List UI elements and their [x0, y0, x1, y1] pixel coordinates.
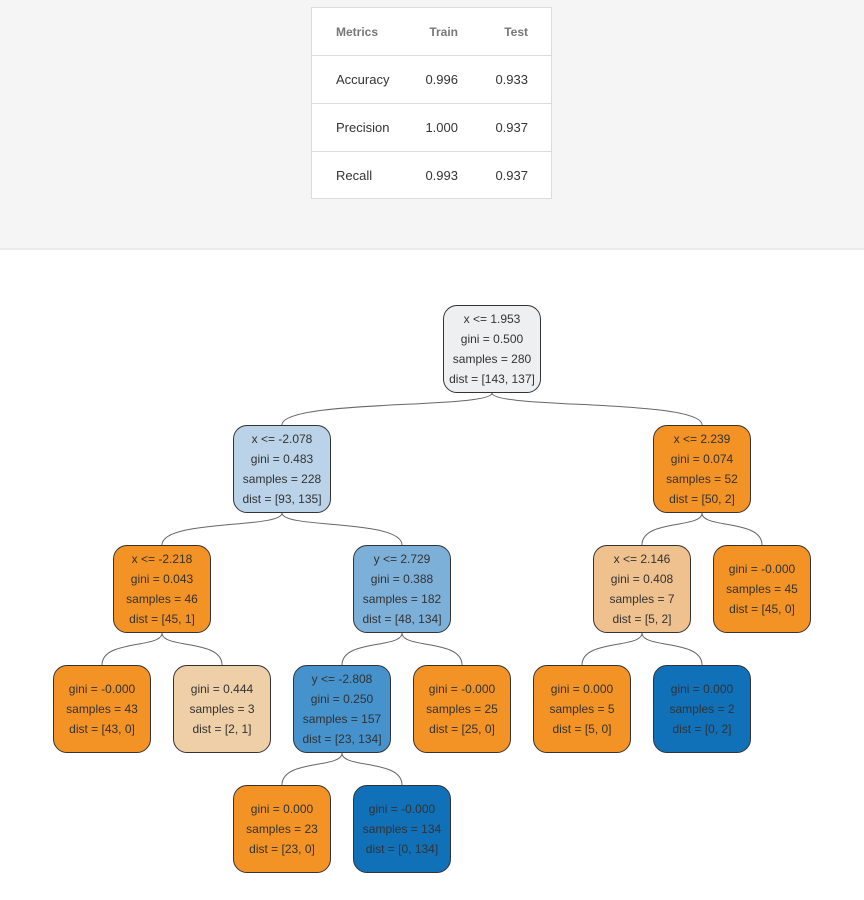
node-label-line: gini = 0.388: [370, 572, 434, 586]
tree-edge: [161, 632, 223, 666]
node-label-line: gini = -0.000: [728, 562, 796, 576]
tree-leaf-node: gini = -0.000 samples = 134 dist = [0, 134…: [353, 785, 451, 873]
tree-split-node: y <= -2.808 gini = 0.250 samples = 157 dist…: [293, 665, 391, 753]
tree-leaf-node: gini = 0.000 samples = 2 dist = [0, 2]: [653, 665, 751, 753]
node-label-line: dist = [48, 134]: [362, 612, 442, 626]
node-label-line: dist = [5, 0]: [552, 722, 612, 736]
node-label-line: gini = 0.408: [610, 572, 674, 586]
node-label-line: samples = 3: [189, 702, 255, 716]
node-label-line: gini = 0.500: [460, 332, 524, 346]
tree-edge: [281, 392, 493, 426]
node-label-line: samples = 157: [302, 712, 382, 726]
node-label-line: gini = -0.000: [428, 682, 496, 696]
node-label-line: samples = 280: [452, 352, 532, 366]
node-label-line: gini = 0.000: [670, 682, 734, 696]
node-label-line: dist = [2, 1]: [192, 722, 252, 736]
node-label-line: dist = [45, 0]: [729, 602, 795, 616]
node-label-line: x <= -2.078: [251, 432, 313, 446]
node-label-line: samples = 46: [126, 592, 198, 606]
node-label-line: samples = 25: [426, 702, 498, 716]
node-label-line: samples = 228: [242, 472, 322, 486]
tree-edge: [281, 512, 403, 546]
decision-tree: x <= 1.953 gini = 0.500 samples = 280 dist …: [0, 0, 864, 900]
tree-split-node: x <= 1.953 gini = 0.500 samples = 280 dist …: [443, 305, 541, 393]
tree-edge: [581, 632, 643, 666]
node-label-line: samples = 182: [362, 592, 442, 606]
tree-leaf-node: gini = -0.000 samples = 43 dist = [43, 0]: [53, 665, 151, 753]
tree-split-node: x <= -2.078 gini = 0.483 samples = 228 dist…: [233, 425, 331, 513]
node-label-line: dist = [50, 2]: [669, 492, 735, 506]
node-label-line: dist = [45, 1]: [129, 612, 195, 626]
tree-edge: [161, 512, 283, 546]
node-label-line: gini = -0.000: [368, 802, 436, 816]
node-label-line: dist = [25, 0]: [429, 722, 495, 736]
tree-edge: [641, 632, 703, 666]
node-label-line: samples = 7: [609, 592, 675, 606]
node-label-line: y <= -2.808: [311, 672, 373, 686]
node-label-line: samples = 134: [362, 822, 442, 836]
node-label-line: dist = [0, 134]: [365, 842, 439, 856]
node-label-line: gini = 0.043: [130, 572, 194, 586]
node-label-line: gini = 0.250: [310, 692, 374, 706]
node-label-line: dist = [5, 2]: [612, 612, 672, 626]
node-label-line: dist = [143, 137]: [449, 372, 535, 386]
tree-edge: [491, 392, 703, 426]
node-label-line: samples = 5: [549, 702, 615, 716]
tree-edge: [401, 632, 463, 666]
tree-split-node: y <= 2.729 gini = 0.388 samples = 182 dist …: [353, 545, 451, 633]
node-label-line: gini = 0.000: [250, 802, 314, 816]
node-label-line: samples = 45: [726, 582, 798, 596]
tree-edge: [641, 512, 703, 546]
node-label-line: dist = [23, 134]: [302, 732, 382, 746]
node-label-line: gini = 0.074: [670, 452, 734, 466]
tree-split-node: x <= 2.146 gini = 0.408 samples = 7 dist = …: [593, 545, 691, 633]
tree-leaf-node: gini = -0.000 samples = 45 dist = [45, 0]: [713, 545, 811, 633]
node-label-line: dist = [93, 135]: [242, 492, 322, 506]
tree-split-node: x <= -2.218 gini = 0.043 samples = 46 dist …: [113, 545, 211, 633]
node-label-line: samples = 23: [246, 822, 318, 836]
tree-leaf-node: gini = 0.000 samples = 5 dist = [5, 0]: [533, 665, 631, 753]
node-label-line: dist = [23, 0]: [249, 842, 315, 856]
tree-leaf-node: gini = 0.000 samples = 23 dist = [23, 0]: [233, 785, 331, 873]
node-label-line: x <= 2.239: [673, 432, 731, 446]
tree-edge: [281, 752, 343, 786]
tree-leaf-node: gini = -0.000 samples = 25 dist = [25, 0]: [413, 665, 511, 753]
tree-edge: [701, 512, 763, 546]
tree-edge: [341, 632, 403, 666]
tree-edge: [101, 632, 163, 666]
node-label-line: x <= 2.146: [613, 552, 671, 566]
node-label-line: x <= 1.953: [463, 312, 521, 326]
tree-leaf-node: gini = 0.444 samples = 3 dist = [2, 1]: [173, 665, 271, 753]
node-label-line: dist = [0, 2]: [672, 722, 732, 736]
tree-split-node: x <= 2.239 gini = 0.074 samples = 52 dist =…: [653, 425, 751, 513]
node-label-line: y <= 2.729: [373, 552, 431, 566]
node-label-line: gini = 0.444: [190, 682, 254, 696]
node-label-line: samples = 43: [66, 702, 138, 716]
node-label-line: x <= -2.218: [131, 552, 193, 566]
node-label-line: gini = 0.000: [550, 682, 614, 696]
node-label-line: samples = 52: [666, 472, 738, 486]
node-label-line: dist = [43, 0]: [69, 722, 135, 736]
node-label-line: gini = -0.000: [68, 682, 136, 696]
node-label-line: samples = 2: [669, 702, 735, 716]
node-label-line: gini = 0.483: [250, 452, 314, 466]
tree-edge: [341, 752, 403, 786]
